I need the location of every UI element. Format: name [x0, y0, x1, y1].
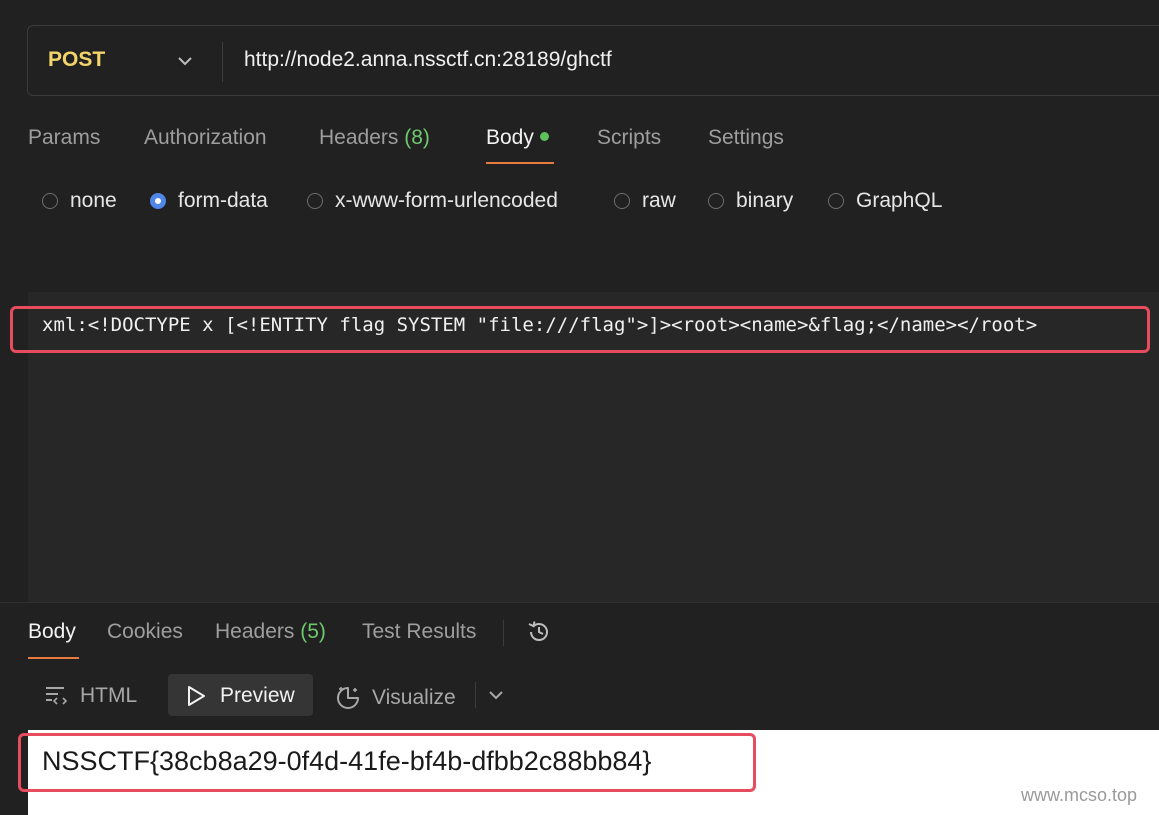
radio-label: form-data	[178, 189, 268, 212]
radio-circle	[307, 193, 323, 209]
view-preview-label: Preview	[220, 684, 295, 707]
code-lines-icon	[46, 687, 68, 705]
request-bar: POST http://node2.anna.nssctf.cn:28189/g…	[27, 25, 1159, 96]
view-toggle-divider	[475, 682, 476, 708]
radio-label: none	[70, 189, 117, 212]
radio-circle	[614, 193, 630, 209]
panel-divider[interactable]	[0, 602, 1159, 603]
tab-headers-count: (8)	[404, 126, 430, 149]
view-html-label: HTML	[80, 684, 138, 707]
view-html-button[interactable]: HTML	[44, 684, 137, 708]
history-icon[interactable]	[525, 618, 553, 646]
visualize-icon	[337, 687, 359, 709]
radio-circle	[828, 193, 844, 209]
play-icon	[188, 686, 205, 706]
tab-headers-label: Headers	[319, 126, 399, 149]
response-tab-body-underline	[28, 657, 79, 659]
method-select[interactable]: POST	[48, 48, 105, 72]
body-modified-dot	[539, 132, 549, 141]
watermark: www.mcso.top	[1021, 785, 1138, 805]
tab-scripts[interactable]: Scripts	[597, 126, 661, 150]
response-tab-cookies[interactable]: Cookies	[107, 620, 183, 644]
tab-body-label: Body	[486, 126, 534, 149]
response-tab-headers-count: (5)	[300, 620, 326, 643]
view-visualize-label: Visualize	[372, 686, 456, 709]
radio-circle	[708, 193, 724, 209]
method-url-divider	[222, 42, 223, 82]
radio-none[interactable]: none	[42, 189, 117, 213]
response-tab-headers-label: Headers	[215, 620, 295, 643]
tab-authorization[interactable]: Authorization	[144, 126, 267, 150]
radio-form-data[interactable]: form-data	[150, 189, 268, 213]
response-tab-test-results[interactable]: Test Results	[362, 620, 476, 644]
response-tab-headers[interactable]: Headers (5)	[215, 620, 326, 644]
radio-label: binary	[736, 189, 794, 212]
response-flag-text: NSSCTF{38cb8a29-0f4d-41fe-bf4b-dfbb2c88b…	[42, 746, 652, 776]
url-input[interactable]: http://node2.anna.nssctf.cn:28189/ghctf	[244, 48, 612, 72]
radio-circle	[42, 193, 58, 209]
view-visualize-button[interactable]: Visualize	[334, 684, 456, 712]
tab-settings[interactable]: Settings	[708, 126, 784, 150]
radio-graphql[interactable]: GraphQL	[828, 189, 942, 213]
tab-body-underline	[486, 162, 554, 164]
radio-binary[interactable]: binary	[708, 189, 793, 213]
tab-body[interactable]: Body	[486, 126, 549, 150]
chevron-down-icon[interactable]	[486, 686, 506, 704]
form-row-key-value[interactable]: xml:<!DOCTYPE x [<!ENTITY flag SYSTEM "f…	[42, 314, 1037, 336]
radio-label: GraphQL	[856, 189, 943, 212]
radio-label: raw	[642, 189, 676, 212]
response-tabs-divider	[503, 620, 504, 646]
radio-label: x-www-form-urlencoded	[335, 189, 558, 212]
radio-x-www-form-urlencoded[interactable]: x-www-form-urlencoded	[307, 189, 558, 213]
radio-circle-selected	[150, 193, 166, 209]
radio-raw[interactable]: raw	[614, 189, 676, 213]
chevron-down-icon[interactable]	[176, 53, 194, 69]
response-tab-body[interactable]: Body	[28, 620, 76, 644]
tab-headers[interactable]: Headers (8)	[319, 126, 430, 150]
view-preview-button[interactable]: Preview	[186, 684, 295, 708]
tab-params[interactable]: Params	[28, 126, 100, 150]
